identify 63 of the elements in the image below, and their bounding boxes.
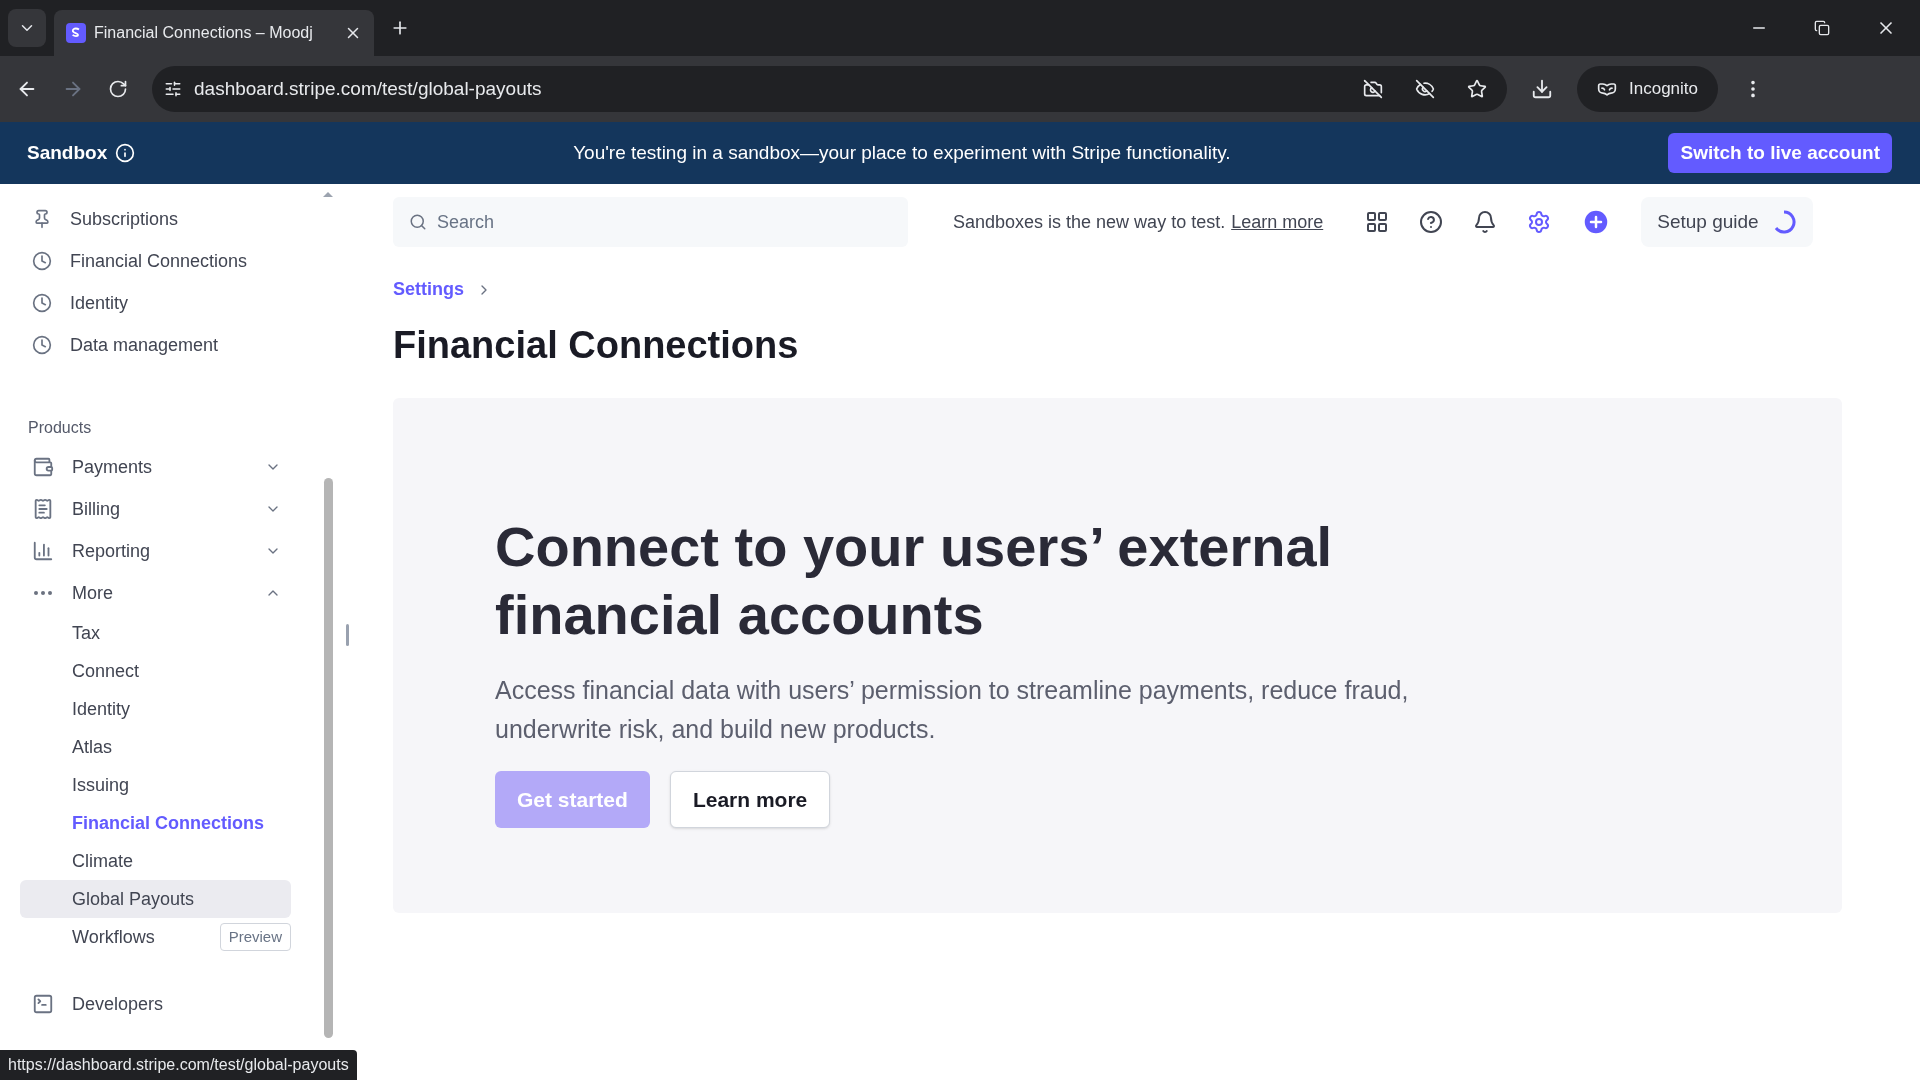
setup-guide-button[interactable]: Setup guide: [1641, 197, 1813, 247]
bar-chart-icon: [32, 540, 54, 562]
search-field[interactable]: Search: [393, 197, 908, 247]
learn-more-button[interactable]: Learn more: [669, 771, 831, 828]
sidebar-item[interactable]: Developers: [20, 986, 321, 1022]
sidebar-subitem[interactable]: Identity: [20, 690, 291, 728]
switch-live-button[interactable]: Switch to live account: [1668, 133, 1892, 173]
clock-icon: [32, 251, 52, 271]
sidebar-item[interactable]: Reporting: [20, 530, 321, 572]
download-icon[interactable]: [1531, 78, 1553, 100]
hero-heading: Connect to your users’ external financial accounts: [495, 514, 1334, 648]
browser-tab[interactable]: Financial Connections – Moodj: [54, 10, 374, 56]
sidebar-subitem[interactable]: Financial Connections: [20, 804, 291, 842]
sidebar-subitem[interactable]: Issuing: [20, 766, 291, 804]
sidebar-item[interactable]: Subscriptions: [20, 198, 321, 240]
sidebar-subitem[interactable]: Atlas: [20, 728, 291, 766]
site-settings-icon[interactable]: [164, 80, 182, 98]
scrollbar-thumb[interactable]: [323, 478, 333, 1038]
preview-badge: Preview: [219, 922, 291, 952]
settings-icon[interactable]: [1527, 210, 1552, 234]
breadcrumb-link[interactable]: Settings: [393, 276, 464, 303]
sidebar-item[interactable]: Payments: [20, 446, 321, 488]
sidebar-subitem[interactable]: Connect: [20, 652, 291, 690]
learn-more-link[interactable]: Learn more: [1231, 208, 1324, 236]
bookmark-icon[interactable]: [1467, 79, 1487, 99]
pin-icon: [32, 209, 52, 229]
receipt-icon: [32, 498, 54, 520]
incognito-badge[interactable]: Incognito: [1577, 66, 1718, 112]
help-icon[interactable]: [1419, 210, 1444, 234]
resize-handle[interactable]: [346, 624, 349, 646]
sandbox-notice: Sandboxes is the new way to test.: [953, 210, 1226, 234]
url-text: dashboard.stripe.com/test/global-payouts: [194, 76, 543, 101]
hero-description: Access financial data with users’ permission to streamline payments, reduce fraud, underwrite risk, and build new products.: [495, 675, 1410, 745]
sidebar-item[interactable]: Financial Connections: [20, 240, 321, 282]
page-title: Financial Connections: [393, 323, 800, 368]
sidebar-item[interactable]: Billing: [20, 488, 321, 530]
search-icon: [409, 213, 427, 231]
address-bar[interactable]: dashboard.stripe.com/test/global-payouts: [152, 66, 1507, 112]
sidebar-item[interactable]: Identity: [20, 282, 321, 324]
terminal-icon: [32, 993, 54, 1015]
eye-off-icon[interactable]: [1415, 79, 1435, 99]
reload-icon[interactable]: [108, 79, 128, 99]
sidebar-item[interactable]: Data management: [20, 324, 321, 366]
sidebar-subitem[interactable]: Global Payouts: [20, 880, 291, 918]
section-heading: Products: [27, 418, 93, 438]
clock-icon: [32, 335, 52, 355]
clock-icon: [32, 293, 52, 313]
sidebar-subitem[interactable]: Tax: [20, 614, 291, 652]
sandbox-label: Sandbox: [27, 140, 108, 165]
info-icon[interactable]: [115, 143, 136, 163]
status-url: https://dashboard.stripe.com/test/global-payouts: [0, 1050, 357, 1080]
wallet-icon: [32, 456, 54, 478]
notifications-icon[interactable]: [1473, 210, 1498, 234]
restore-icon[interactable]: [1814, 20, 1830, 36]
camera-off-icon[interactable]: [1363, 79, 1383, 99]
dots-icon: [33, 590, 53, 596]
sidebar-subitem[interactable]: Workflows: [20, 918, 155, 956]
sidebar-subitem[interactable]: Climate: [20, 842, 291, 880]
tab-title: Financial Connections – Moodj: [94, 23, 314, 43]
stripe-logo-icon: [66, 23, 86, 43]
banner-message: You're testing in a sandbox—your place to experiment with Stripe functionality.: [572, 140, 1232, 165]
apps-icon[interactable]: [1365, 210, 1390, 234]
sidebar-item[interactable]: More: [20, 572, 321, 614]
